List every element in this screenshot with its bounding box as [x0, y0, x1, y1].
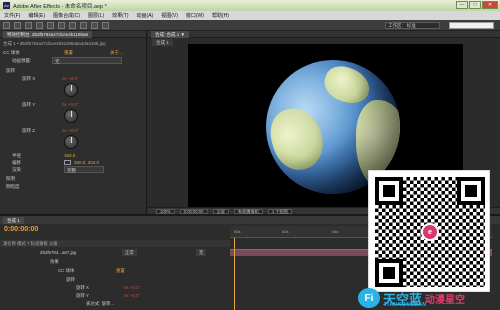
rotation-y-dial[interactable]: [64, 109, 78, 123]
rotation-z-dial[interactable]: [64, 135, 78, 149]
layer-mode-dropdown[interactable]: 正常: [122, 249, 137, 256]
preset-label: 动画预置:: [12, 58, 32, 63]
selection-tool-icon[interactable]: [3, 21, 10, 29]
timeline-tab[interactable]: 合成 1: [3, 216, 24, 224]
effect-item[interactable]: CC 球体: [58, 267, 74, 274]
menu-composition[interactable]: 图像合成(C): [49, 12, 84, 19]
render-label: 渲染: [12, 167, 21, 172]
rotation-y-value[interactable]: 0x +0.0°: [62, 101, 79, 108]
search-help-input[interactable]: [449, 22, 494, 29]
radius-value[interactable]: 150.0: [64, 152, 75, 159]
ruler-tick: 02s: [282, 229, 289, 234]
rotation-z-value[interactable]: 0x +0.0°: [62, 127, 79, 134]
close-button[interactable]: ✕: [482, 1, 498, 9]
camera-dropdown[interactable]: 有效摄像机: [233, 208, 263, 214]
rotation-x-value[interactable]: 0x +0.0°: [62, 75, 79, 82]
hand-tool-icon[interactable]: [14, 21, 21, 29]
radius-label: 半径: [12, 153, 21, 158]
current-time-display[interactable]: 0:00:00:00: [179, 208, 208, 214]
timeline-current-time[interactable]: 0:00:00:00: [4, 226, 38, 233]
timeline-rot-x-value[interactable]: 0x +0.0°: [124, 284, 140, 291]
watermark-english: TIANKONGLAN: [384, 302, 427, 308]
watermark-logo: Fi 天空蓝 动漫星空 TIANKONGLAN: [358, 286, 500, 310]
tools-toolbar: 工作区: 标准: [0, 20, 500, 31]
rotation-x-label: 旋转 X: [22, 76, 36, 81]
views-dropdown[interactable]: 1 个视图: [267, 208, 292, 214]
timeline-rot-x-label: 旋转 X: [76, 285, 89, 290]
current-time-indicator[interactable]: [234, 238, 235, 310]
rotation-y-label: 旋转 Y: [22, 102, 36, 107]
effect-about-link[interactable]: 关于...: [110, 49, 123, 56]
composition-tab[interactable]: 合成: 合成 1 ▼: [151, 30, 189, 38]
title-bar: Ae Adobe After Effects - 未命名项目.aep * — □…: [0, 0, 500, 11]
effect-reset-link[interactable]: 重置: [64, 49, 73, 56]
timeline-column-header: 源名称 模式 T 轨道蒙板 父级: [0, 240, 230, 247]
ruler-tick: 04s: [332, 229, 339, 234]
menu-file[interactable]: 文件(F): [0, 12, 24, 19]
qr-code: e: [368, 170, 490, 292]
workspace-value: 标准: [406, 22, 416, 28]
shading-group[interactable]: 明暗度: [6, 183, 20, 190]
menu-effect[interactable]: 效果(T): [108, 12, 132, 19]
qr-finder-icon: [375, 259, 403, 287]
layer-parent-dropdown[interactable]: 无: [196, 249, 207, 256]
mask-tool-icon[interactable]: [69, 21, 76, 29]
qr-finder-icon: [375, 177, 403, 205]
window-title: Adobe After Effects - 未命名项目.aep *: [13, 3, 107, 10]
effect-controls-tab[interactable]: 特效控制台: d53f6784a27d1ee4b1185a6: [3, 30, 92, 38]
tiankonglan-logo-icon: Fi: [358, 288, 380, 308]
offset-label: 偏移: [12, 160, 21, 165]
text-tool-icon[interactable]: [91, 21, 98, 29]
zoom-tool-icon[interactable]: [25, 21, 32, 29]
render-dropdown[interactable]: 完整: [64, 166, 104, 173]
camera-tool-icon[interactable]: [47, 21, 54, 29]
timeline-rot-y-label: 旋转 Y: [76, 293, 89, 298]
effects-group[interactable]: 效果: [50, 258, 59, 265]
minimize-button[interactable]: —: [456, 1, 468, 9]
offset-value[interactable]: 360.0, 204.0: [74, 159, 99, 166]
menu-animation[interactable]: 动画(A): [133, 12, 158, 19]
rotation-z-label: 旋转 Z: [22, 128, 35, 133]
workspace-label: 工作区:: [388, 22, 403, 28]
maximize-button[interactable]: □: [469, 1, 481, 9]
layer-path: 合成 1 • d53f6784a27d1ee4b91185a6a4da3185.…: [3, 41, 106, 46]
effect-controls-panel: 特效控制台: d53f6784a27d1ee4b1185a6 合成 1 • d5…: [0, 30, 147, 214]
expression-label: 表达式: 旋转...: [86, 301, 115, 306]
zoom-dropdown[interactable]: 100%: [156, 208, 175, 214]
timeline-rot-y-value[interactable]: 0x +0.0°: [124, 292, 140, 299]
menu-help[interactable]: 帮助(H): [208, 12, 233, 19]
rotate-tool-icon[interactable]: [36, 21, 43, 29]
ruler-tick: 00s: [234, 229, 241, 234]
pen-tool-icon[interactable]: [80, 21, 87, 29]
qr-center-logo-icon: e: [421, 223, 439, 241]
pan-behind-tool-icon[interactable]: [58, 21, 65, 29]
effect-name[interactable]: CC 球体: [3, 49, 20, 56]
composition-subtab[interactable]: 合成 1: [152, 39, 173, 46]
menu-layer[interactable]: 图层(L): [84, 12, 108, 19]
menu-edit[interactable]: 编辑(E): [24, 12, 49, 19]
rotation-group[interactable]: 旋转: [6, 67, 15, 74]
after-effects-logo-icon: Ae: [3, 2, 10, 9]
workspace-selector[interactable]: 工作区: 标准: [385, 22, 440, 29]
menu-bar: 文件(F) 编辑(E) 图像合成(C) 图层(L) 效果(T) 动画(A) 视图…: [0, 11, 500, 20]
watermark-slogan: 动漫星空: [425, 294, 466, 306]
preset-dropdown[interactable]: 无: [52, 57, 122, 64]
rotation-group-timeline[interactable]: 旋转: [66, 276, 75, 283]
light-group[interactable]: 照明: [6, 175, 15, 182]
menu-window[interactable]: 窗口(W): [182, 12, 208, 19]
brush-tool-icon[interactable]: [102, 21, 109, 29]
rotation-x-dial[interactable]: [64, 83, 78, 97]
resolution-dropdown[interactable]: 全屏: [212, 208, 229, 214]
menu-view[interactable]: 视图(V): [157, 12, 182, 19]
crosshair-icon[interactable]: [64, 160, 71, 165]
timeline-effect-reset[interactable]: 重置: [116, 267, 125, 274]
layer-name[interactable]: d53f6784...a87.jpg: [40, 249, 76, 256]
qr-finder-icon: [457, 177, 485, 205]
